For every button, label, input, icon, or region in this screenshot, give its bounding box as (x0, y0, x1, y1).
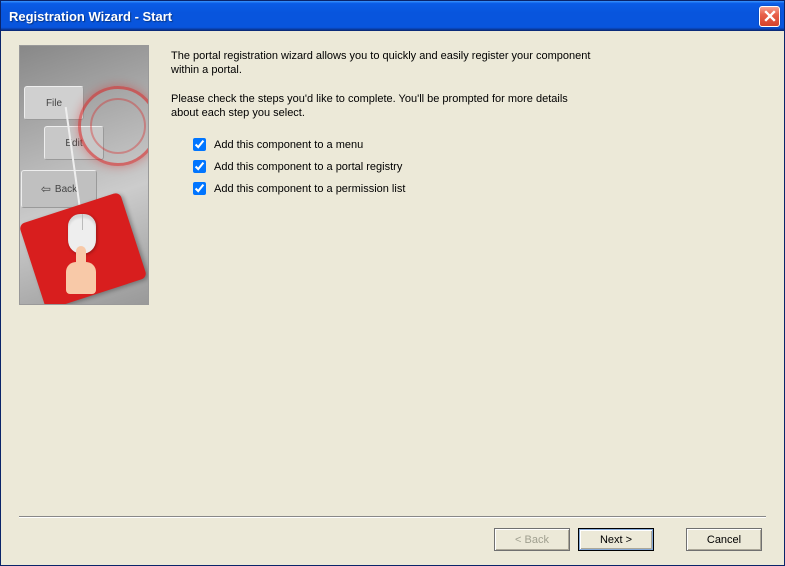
check-add-to-menu[interactable]: Add this component to a menu (193, 138, 766, 151)
check-add-to-permission-box[interactable] (193, 182, 206, 195)
intro-paragraph-1: The portal registration wizard allows yo… (171, 49, 591, 78)
divider (19, 516, 766, 518)
illustration-file-button: File (24, 86, 84, 120)
step-checklist: Add this component to a menu Add this co… (171, 138, 766, 195)
window-title: Registration Wizard - Start (9, 9, 759, 24)
titlebar: Registration Wizard - Start (1, 1, 784, 31)
check-add-to-registry-label: Add this component to a portal registry (214, 161, 402, 173)
next-button[interactable]: Next > (578, 528, 654, 551)
check-add-to-menu-label: Add this component to a menu (214, 139, 363, 151)
close-button[interactable] (759, 6, 780, 27)
check-add-to-permission[interactable]: Add this component to a permission list (193, 182, 766, 195)
check-add-to-permission-label: Add this component to a permission list (214, 183, 405, 195)
wizard-illustration: File Edit ⇦Back (19, 45, 149, 305)
cancel-button[interactable]: Cancel (686, 528, 762, 551)
intro-paragraph-2: Please check the steps you'd like to com… (171, 92, 591, 121)
close-icon (764, 10, 776, 22)
content-area: File Edit ⇦Back The portal registration … (1, 31, 784, 565)
hand-icon (60, 244, 102, 294)
wizard-window: Registration Wizard - Start File Edit ⇦B… (0, 0, 785, 566)
text-column: The portal registration wizard allows yo… (171, 45, 766, 510)
button-row: < Back Next > Cancel (19, 528, 766, 555)
check-add-to-menu-box[interactable] (193, 138, 206, 151)
check-add-to-registry-box[interactable] (193, 160, 206, 173)
back-button[interactable]: < Back (494, 528, 570, 551)
main-row: File Edit ⇦Back The portal registration … (19, 45, 766, 510)
check-add-to-registry[interactable]: Add this component to a portal registry (193, 160, 766, 173)
